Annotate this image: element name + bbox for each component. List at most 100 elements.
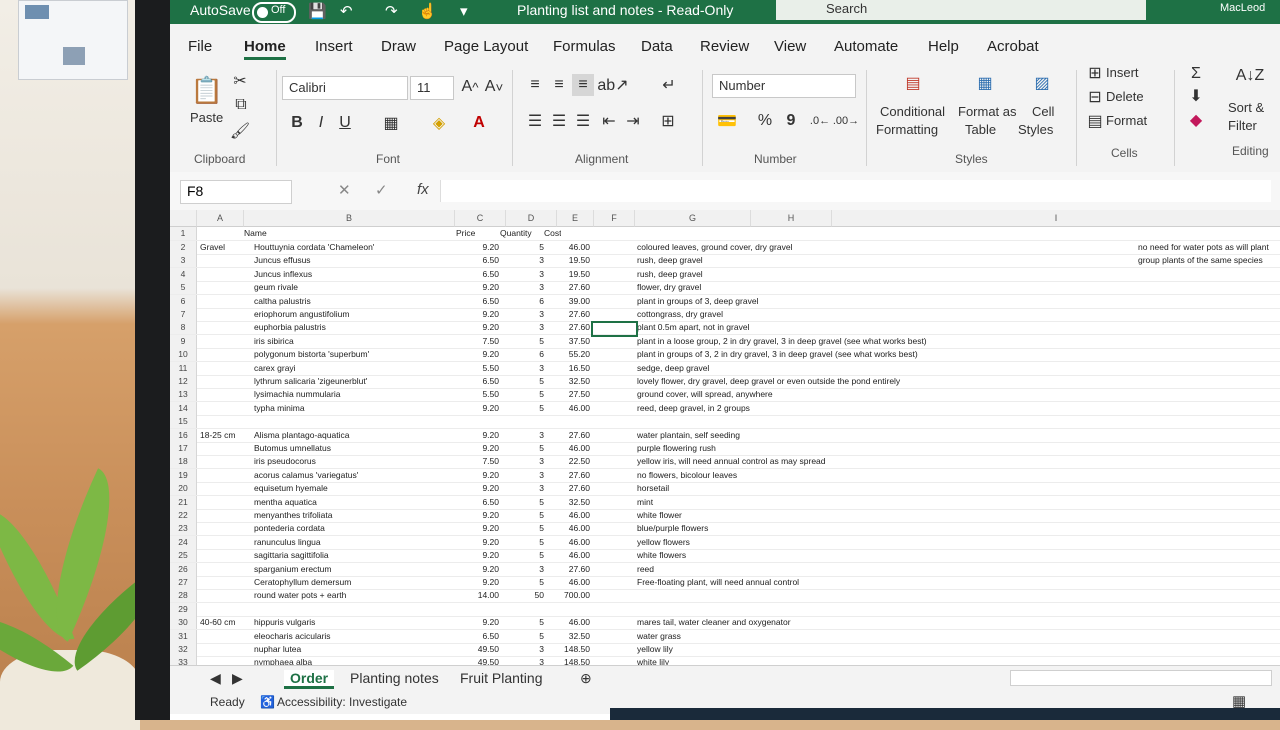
italic-icon[interactable]: I <box>312 112 330 134</box>
cell-d[interactable]: 3 <box>506 429 544 442</box>
accounting-format-icon[interactable]: 💳 <box>714 110 740 132</box>
redo-icon[interactable]: ↷ <box>385 2 398 20</box>
cell-e[interactable]: 39.00 <box>548 295 590 308</box>
cell-a[interactable] <box>200 254 244 267</box>
cell-i[interactable] <box>1138 375 1280 388</box>
cell-i[interactable] <box>1138 469 1280 482</box>
cell-e[interactable]: 46.00 <box>548 241 590 254</box>
cell-b[interactable]: typha minima <box>254 402 454 415</box>
cell-e[interactable]: 32.50 <box>548 496 590 509</box>
copy-icon[interactable]: ⧉ <box>228 96 254 114</box>
undo-icon[interactable]: ↶ <box>340 2 353 20</box>
cell-d[interactable]: 5 <box>506 388 544 401</box>
cell-c[interactable]: 9.20 <box>455 576 499 589</box>
row-number[interactable]: 9 <box>170 334 197 348</box>
accessibility-status[interactable]: Accessibility: Investigate <box>277 695 407 709</box>
cell-i[interactable] <box>1138 348 1280 361</box>
cell-g[interactable]: white flower <box>637 509 1077 522</box>
cell-i[interactable] <box>1138 295 1280 308</box>
cell-d[interactable]: 5 <box>506 442 544 455</box>
cell-d[interactable]: 5 <box>506 375 544 388</box>
cell-e[interactable]: 27.60 <box>548 482 590 495</box>
format-as-table-label-2[interactable]: Table <box>965 122 996 137</box>
cell-g[interactable]: plant in a loose group, 2 in dry gravel,… <box>637 335 1077 348</box>
tab-file[interactable]: File <box>188 38 212 55</box>
cell-a[interactable] <box>200 549 244 562</box>
cell-i[interactable] <box>1138 656 1280 665</box>
column-header[interactable]: A <box>197 210 244 227</box>
conditional-formatting-label-2[interactable]: Formatting <box>876 122 938 137</box>
row-number[interactable]: 18 <box>170 455 197 469</box>
row-number[interactable]: 21 <box>170 495 197 509</box>
cell-d[interactable]: 5 <box>506 335 544 348</box>
wrap-text-icon[interactable]: ↵ <box>658 74 680 96</box>
cell-i[interactable] <box>1138 576 1280 589</box>
cell-i[interactable] <box>1138 616 1280 629</box>
row-number[interactable]: 22 <box>170 509 197 522</box>
cell-i[interactable] <box>1138 321 1280 334</box>
cell-b[interactable]: caltha palustris <box>254 295 454 308</box>
cell-c[interactable]: 9.20 <box>455 522 499 535</box>
decrease-font-icon[interactable]: A ˅ <box>484 76 504 98</box>
row-number[interactable]: 2 <box>170 241 197 254</box>
cell-d[interactable]: 6 <box>506 348 544 361</box>
cell-a[interactable] <box>200 482 244 495</box>
cell-styles-icon[interactable]: ▨ <box>1025 68 1059 98</box>
cell-b[interactable]: Juncus inflexus <box>254 268 454 281</box>
cell-d[interactable] <box>506 415 544 428</box>
cell-g[interactable]: blue/purple flowers <box>637 522 1077 535</box>
cell-b[interactable]: equisetum hyemale <box>254 482 454 495</box>
tab-insert[interactable]: Insert <box>315 38 353 55</box>
prev-sheet-icon[interactable]: ◀ <box>210 670 221 687</box>
cell-i[interactable] <box>1138 281 1280 294</box>
cell-g[interactable]: yellow lily <box>637 643 1077 656</box>
cell-i[interactable] <box>1138 402 1280 415</box>
cell-g[interactable]: rush, deep gravel <box>637 268 1077 281</box>
cell-a[interactable] <box>200 295 244 308</box>
cell-a[interactable] <box>200 442 244 455</box>
clipboard-icon[interactable]: 📋 <box>190 72 224 108</box>
cell-i[interactable] <box>1138 415 1280 428</box>
cell-a[interactable] <box>200 402 244 415</box>
cell-b[interactable]: geum rivale <box>254 281 454 294</box>
cell-a[interactable] <box>200 348 244 361</box>
format-cells-button[interactable]: Format <box>1106 113 1147 128</box>
cell-b[interactable]: Juncus effusus <box>254 254 454 267</box>
cell-a[interactable] <box>200 522 244 535</box>
cell-e[interactable]: 46.00 <box>548 616 590 629</box>
cell-e[interactable]: 27.50 <box>548 388 590 401</box>
cell-b[interactable]: lythrum salicaria 'zigeunerblut' <box>254 375 454 388</box>
tab-help[interactable]: Help <box>928 38 959 55</box>
cell-a[interactable] <box>200 335 244 348</box>
format-cells-icon[interactable]: ▤ <box>1086 112 1104 130</box>
cell-b[interactable]: nymphaea alba <box>254 656 454 665</box>
cancel-icon[interactable]: ✕ <box>338 181 351 199</box>
name-box[interactable]: F8 <box>180 180 292 204</box>
increase-decimal-icon[interactable]: .0← <box>808 110 832 132</box>
align-middle-icon[interactable]: ≡ <box>548 74 570 96</box>
row-number[interactable]: 33 <box>170 656 197 665</box>
row-number[interactable]: 14 <box>170 401 197 415</box>
cell-b[interactable]: eleocharis acicularis <box>254 630 454 643</box>
cell-e[interactable]: 55.20 <box>548 348 590 361</box>
cell-i[interactable] <box>1138 268 1280 281</box>
row-number[interactable]: 17 <box>170 442 197 455</box>
cell-e[interactable]: 27.60 <box>548 469 590 482</box>
cell-g[interactable]: ground cover, will spread, anywhere <box>637 388 1077 401</box>
font-color-icon[interactable]: A <box>468 112 490 134</box>
tab-home[interactable]: Home <box>244 38 286 60</box>
cell-e[interactable]: 27.60 <box>548 281 590 294</box>
row-number[interactable]: 29 <box>170 602 197 616</box>
cell-i[interactable] <box>1138 603 1280 616</box>
cell-e[interactable]: 46.00 <box>548 576 590 589</box>
cell-b[interactable]: sparganium erectum <box>254 563 454 576</box>
cell-styles-label-2[interactable]: Styles <box>1018 122 1053 137</box>
cell-c[interactable]: 9.20 <box>455 241 499 254</box>
paste-button[interactable]: Paste <box>190 110 223 125</box>
tab-review[interactable]: Review <box>700 38 749 55</box>
cell-i[interactable] <box>1138 455 1280 468</box>
row-number[interactable]: 30 <box>170 616 197 630</box>
cell-b[interactable]: lysimachia nummularia <box>254 388 454 401</box>
cell-g[interactable]: water grass <box>637 630 1077 643</box>
horizontal-scrollbar[interactable] <box>1010 670 1272 686</box>
